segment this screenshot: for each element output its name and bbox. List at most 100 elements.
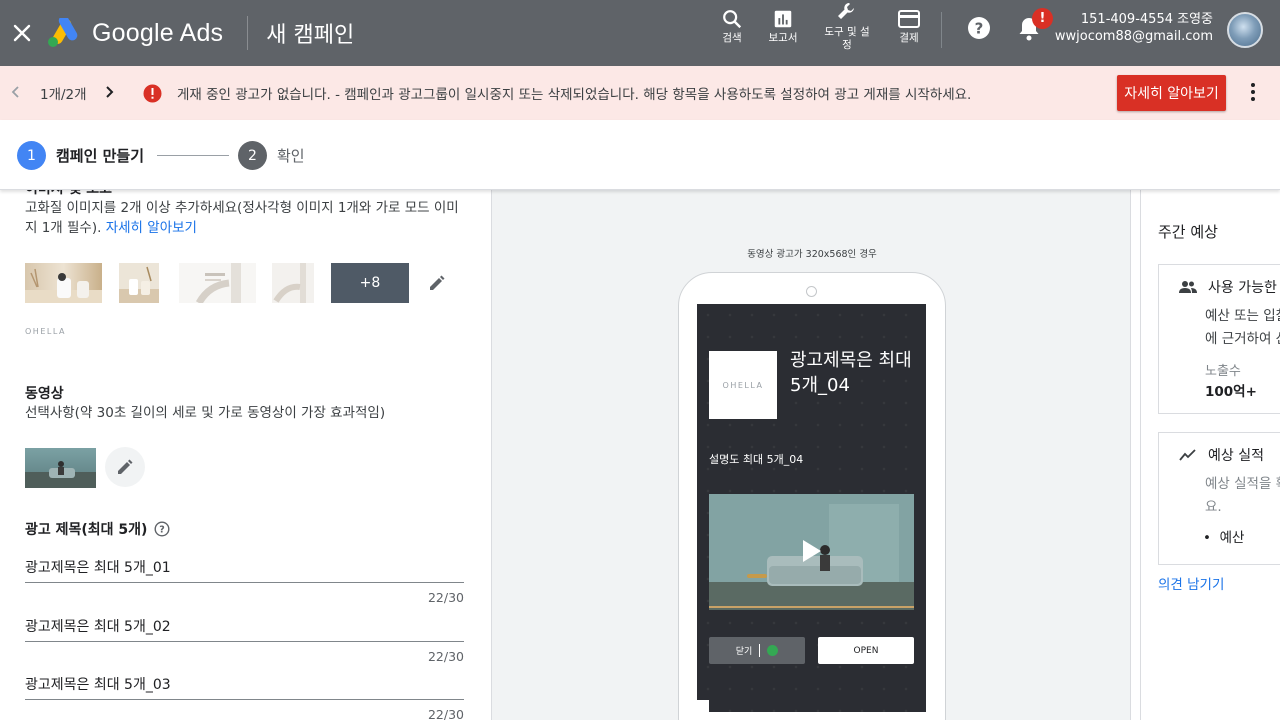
weekly-estimate-panel: 주간 예상 사용 가능한 노 예산 또는 입찰 에 근거하여 산 노출수 100… (1140, 190, 1280, 720)
headline-input[interactable]: 광고제목은 최대 5개_01 (25, 557, 464, 583)
billing-action-label: 결제 (899, 32, 919, 44)
char-counter: 22/30 (427, 649, 464, 664)
notification-badge: ! (1032, 8, 1053, 29)
headline-input[interactable]: 광고제목은 최대 5개_03 (25, 674, 464, 700)
google-ads-logo-icon (46, 18, 78, 48)
close-label: 닫기 (735, 647, 753, 657)
edit-images-icon[interactable] (427, 273, 447, 297)
divider (247, 16, 249, 50)
image-thumbnail[interactable] (272, 263, 314, 303)
bullet-icon: • (1203, 530, 1211, 546)
feedback-link[interactable]: 의견 남기기 (1158, 573, 1224, 593)
logo-thumbnail[interactable]: OHELLA (25, 327, 66, 336)
reports-icon (774, 10, 792, 28)
billing-action[interactable]: 결제 (894, 8, 924, 45)
chevron-right-icon[interactable] (103, 83, 115, 105)
ad-headline: 광고제목은 최대 5개_04 (790, 350, 912, 396)
help-icon[interactable]: ? (966, 15, 992, 45)
headline-field: 광고제목은 최대 5개_03 22/30 (25, 674, 464, 720)
close-ad-button[interactable]: 닫기 (709, 637, 805, 664)
image-thumbnail[interactable] (25, 263, 102, 303)
people-icon (1179, 281, 1197, 293)
step-review[interactable]: 2 확인 (238, 141, 305, 170)
headline-field: 광고제목은 최대 5개_01 22/30 (25, 557, 464, 605)
wrench-icon (838, 3, 854, 19)
tools-action-label: 도구 및 설정 (824, 26, 870, 51)
help-outline-icon[interactable]: ? (154, 521, 170, 537)
open-ad-button[interactable]: OPEN (818, 637, 914, 664)
divider (941, 12, 942, 48)
images-help-text: 고화질 이미지를 2개 이상 추가하세요(정사각형 이미지 1개와 가로 모드 … (25, 200, 459, 236)
more-images-overlay[interactable]: +8 (331, 263, 409, 303)
ad-description: 설명도 최대 5개_04 (709, 453, 804, 466)
performance-card-title: 예상 실적 (1208, 448, 1264, 464)
search-action-label: 검색 (722, 32, 742, 44)
tools-action[interactable]: 도구 및 설정 (821, 0, 873, 52)
more-vert-icon[interactable] (1243, 80, 1263, 108)
ad-preview-panel: 동영상 광고가 320x568인 경우 OHELLA 광고제목은 최대 5개_0… (491, 190, 1131, 720)
status-dot-icon (767, 645, 779, 656)
svg-text:?: ? (975, 20, 984, 38)
char-counter: 22/30 (427, 590, 464, 605)
image-thumbnail[interactable] (119, 263, 159, 303)
reports-action-label: 보고서 (768, 32, 798, 44)
ad-logo: OHELLA (709, 351, 777, 419)
video-thumbnail[interactable] (25, 448, 96, 488)
reach-text-2: 에 근거하여 산 (1205, 331, 1280, 347)
performance-bullet: • 예산 (1203, 527, 1244, 550)
account-info[interactable]: 151-409-4554 조영중 wwjocom88@gmail.com (1055, 11, 1213, 45)
alert-banner: 1개/2개 게재 중인 광고가 없습니다. - 캠페인과 광고그룹이 일시중지 … (0, 66, 1280, 120)
video-description: 선택사항(약 30초 길이의 세로 및 가로 동영상이 가장 효과적임) (25, 405, 386, 421)
ad-preview-screen: OHELLA 광고제목은 최대 5개_04 설명도 최대 5개_04 닫기 OP… (697, 304, 926, 712)
image-thumbnail[interactable] (179, 263, 256, 303)
images-section-title: 이미지 및 로고 (25, 190, 112, 198)
step-connector (157, 155, 229, 156)
alert-message: 게재 중인 광고가 없습니다. - 캠페인과 광고그룹이 일시중지 또는 삭제되… (177, 87, 972, 103)
char-counter: 22/30 (427, 707, 464, 720)
account-email: wwjocom88@gmail.com (1054, 29, 1213, 44)
search-icon (723, 10, 742, 29)
headline-field: 광고제목은 최대 5개_02 22/30 (25, 616, 464, 664)
account-id: 151-409-4554 조영중 (1080, 12, 1213, 27)
campaign-stepper: 1 캠페인 만들기 2 확인 (0, 120, 1280, 190)
learn-more-link[interactable]: 자세히 알아보기 (106, 220, 197, 236)
learn-more-button[interactable]: 자세히 알아보기 (1117, 75, 1226, 111)
top-app-bar: Google Ads 새 캠페인 검색 보고서 도구 및 설정 결제 ? ! 1… (0, 0, 1280, 66)
notifications-button[interactable]: ! (1016, 8, 1053, 47)
headlines-title-text: 광고 제목(최대 5개) (25, 522, 148, 538)
close-icon[interactable] (2, 13, 42, 53)
avatar[interactable] (1227, 12, 1263, 48)
panel-title: 주간 예상 (1158, 223, 1218, 241)
step-number: 1 (17, 141, 46, 170)
step-create-campaign[interactable]: 1 캠페인 만들기 (17, 141, 144, 170)
ad-form-panel: 이미지 및 로고 고화질 이미지를 2개 이상 추가하세요(정사각형 이미지 1… (0, 190, 491, 720)
step-number: 2 (238, 141, 267, 170)
video-section-title: 동영상 (25, 386, 64, 402)
headlines-title: 광고 제목(최대 5개) ? (25, 519, 170, 539)
ad-video[interactable] (709, 494, 914, 610)
bullet-text: 예산 (1219, 530, 1245, 546)
edit-video-icon[interactable] (105, 447, 145, 487)
preview-caption: 동영상 광고가 320x568인 경우 (747, 249, 877, 260)
alert-counter: 1개/2개 (40, 87, 87, 103)
brand-name: Google Ads (92, 18, 224, 47)
headline-input[interactable]: 광고제목은 최대 5개_02 (25, 616, 464, 642)
error-icon (143, 84, 162, 107)
phone-camera (806, 286, 817, 297)
reach-card: 사용 가능한 노 예산 또는 입찰 에 근거하여 산 노출수 100억+ (1158, 264, 1280, 414)
reports-action[interactable]: 보고서 (764, 8, 802, 45)
impressions-label: 노출수 (1205, 364, 1241, 379)
search-action[interactable]: 검색 (717, 8, 747, 45)
ad-choices-icon[interactable] (697, 700, 709, 712)
page-title: 새 캠페인 (266, 23, 355, 48)
trending-up-icon (1179, 449, 1196, 461)
reach-card-header: 사용 가능한 노 (1179, 277, 1280, 297)
reach-text-1: 예산 또는 입찰 (1205, 308, 1280, 324)
chevron-left-icon[interactable] (10, 83, 22, 105)
impressions-value: 100억+ (1205, 384, 1257, 400)
credit-card-icon (898, 10, 920, 28)
divider (759, 644, 761, 657)
performance-text-1: 예상 실적을 확 (1205, 476, 1280, 492)
performance-card: 예상 실적 예상 실적을 확 요. • 예산 (1158, 432, 1280, 565)
svg-text:?: ? (160, 525, 166, 536)
